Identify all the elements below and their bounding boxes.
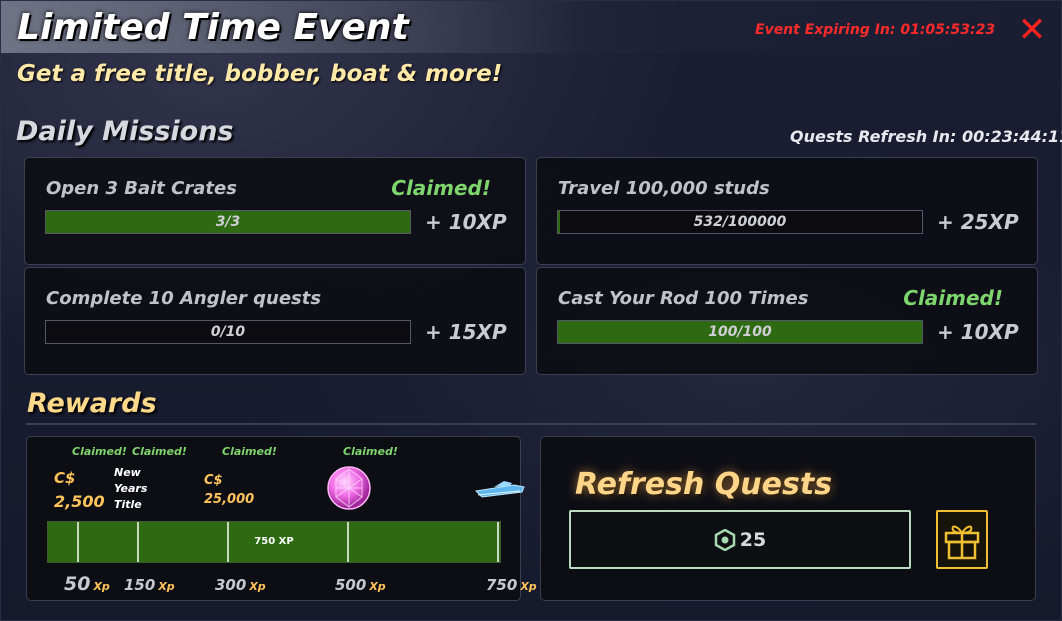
rewards-track-panel: Claimed! Claimed! Claimed! Claimed! C$ 2… [26, 436, 537, 601]
quest-progress-bar: 3/3 [45, 210, 411, 234]
reward-title-line: Years [114, 482, 148, 495]
robux-icon [714, 528, 736, 551]
gift-icon [944, 525, 980, 560]
daily-missions-title: Daily Missions [16, 116, 234, 147]
reward-title-line: Title [114, 498, 142, 511]
reward-currency-symbol: C$ [54, 469, 76, 487]
quest-reward-xp: + 10XP [937, 320, 1019, 344]
rewards-xp-progress-bar: 750 XP [47, 521, 501, 563]
reward-currency-amount: 25,000 [204, 492, 255, 507]
refresh-quests-panel: Refresh Quests 25 [540, 436, 1036, 601]
quest-card: Complete 10 Angler quests 0/10 + 15XP [24, 267, 526, 375]
close-icon[interactable]: ✕ [1016, 13, 1048, 47]
quest-claimed-label: Claimed! [391, 176, 491, 200]
milestone-unit: Xp [158, 580, 175, 593]
boat-icon [474, 481, 525, 498]
quest-label: Travel 100,000 studs [558, 178, 770, 199]
quest-progress-text: 0/10 [210, 324, 246, 340]
gift-button[interactable] [936, 510, 988, 569]
quest-progress-bar: 0/10 [45, 320, 411, 344]
milestone-value: 150 [124, 576, 156, 594]
reward-claimed-label: Claimed! [132, 445, 187, 458]
quest-progress-text: 100/100 [708, 324, 772, 340]
quest-card: Travel 100,000 studs 532/100000 + 25XP [536, 157, 1038, 265]
refresh-cost: 25 [739, 528, 767, 551]
quest-progress-bar: 100/100 [557, 320, 923, 344]
quest-progress-text: 532/100000 [693, 214, 787, 230]
quest-label: Open 3 Bait Crates [46, 178, 237, 199]
current-xp-label: 750 XP [254, 536, 294, 547]
quest-reward-xp: + 10XP [425, 210, 507, 234]
refresh-quests-title: Refresh Quests [575, 467, 833, 502]
reward-title-line: New [114, 466, 141, 479]
milestone-unit: Xp [520, 580, 537, 593]
milestone-label: 500 Xp [335, 576, 386, 594]
reward-currency-symbol: C$ [204, 473, 223, 488]
milestone-unit: Xp [93, 580, 110, 593]
quest-label: Cast Your Rod 100 Times [558, 288, 809, 309]
milestone-label: 750 Xp [486, 576, 537, 594]
milestone-unit: Xp [369, 580, 386, 593]
quest-card: Cast Your Rod 100 Times Claimed! 100/100… [536, 267, 1038, 375]
quest-reward-xp: + 25XP [937, 210, 1019, 234]
event-expire-timer: Event Expiring In: 01:05:53:23 [755, 22, 996, 38]
rewards-title: Rewards [27, 388, 157, 419]
quests-refresh-timer: Quests Refresh In: 00:23:44:11 [790, 127, 1062, 146]
event-subtitle: Get a free title, bobber, boat & more! [17, 61, 503, 87]
milestone-label: 300 Xp [215, 576, 266, 594]
milestone-unit: Xp [249, 580, 266, 593]
quest-reward-xp: + 15XP [425, 320, 507, 344]
milestone-label: 150 Xp [124, 576, 175, 594]
reward-claimed-label: Claimed! [343, 445, 398, 458]
section-divider [26, 423, 1036, 425]
milestone-value: 750 [486, 576, 518, 594]
quest-claimed-label: Claimed! [903, 286, 1003, 310]
milestone-value: 500 [335, 576, 367, 594]
quest-card: Open 3 Bait Crates Claimed! 3/3 + 10XP [24, 157, 526, 265]
milestone-label: 50 Xp [64, 573, 110, 595]
quest-label: Complete 10 Angler quests [46, 288, 322, 309]
quest-progress-bar: 532/100000 [557, 210, 923, 234]
reward-claimed-label: Claimed! [222, 445, 277, 458]
window-title: Limited Time Event [17, 7, 409, 48]
reward-claimed-label: Claimed! [72, 445, 127, 458]
reward-currency-amount: 2,500 [54, 492, 105, 511]
refresh-quests-button[interactable]: 25 [569, 510, 911, 569]
event-window: Limited Time Event Get a free title, bob… [0, 0, 1062, 621]
milestone-value: 300 [215, 576, 247, 594]
milestone-value: 50 [64, 573, 91, 595]
pink-bobber-icon [327, 466, 371, 510]
quest-progress-text: 3/3 [215, 214, 241, 230]
